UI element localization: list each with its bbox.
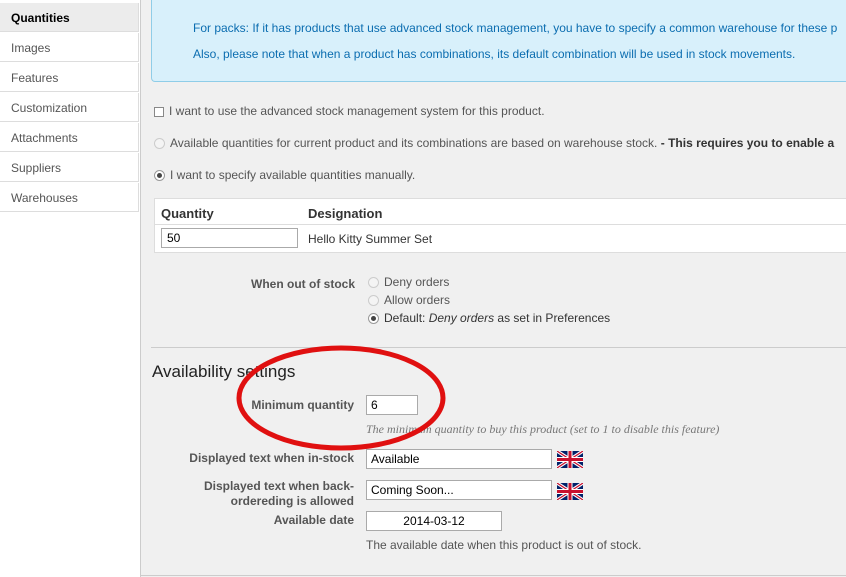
sidebar-item-attachments[interactable]: Attachments [0, 123, 139, 152]
default-orders-prefix: Default: [384, 311, 429, 325]
info-alert: For packs: If it has products that use a… [151, 0, 846, 82]
quantities-panel: For packs: If it has products that use a… [140, 0, 846, 577]
warehouse-stock-requirement: - This requires you to enable a [657, 136, 835, 150]
available-date-input[interactable]: 2014-03-12 [366, 511, 502, 531]
sidebar-item-images[interactable]: Images [0, 33, 139, 62]
info-text-packs: For packs: If it has products that use a… [193, 21, 838, 35]
table-header-divider [155, 224, 846, 225]
backorder-text-label-line2: ordereding is allowed [230, 494, 354, 508]
uk-flag-icon[interactable] [557, 483, 583, 500]
deny-orders-label: Deny orders [384, 275, 450, 289]
column-header-quantity: Quantity [161, 206, 214, 221]
available-date-note: The available date when this product is … [366, 538, 642, 552]
manual-stock-label: I want to specify available quantities m… [170, 168, 416, 182]
sidebar-item-quantities[interactable]: Quantities [0, 3, 139, 32]
default-orders-value: Deny orders [428, 311, 495, 325]
available-date-label: Available date [273, 513, 354, 527]
default-orders-option[interactable]: Default: Deny orders as set in Preferenc… [368, 311, 610, 325]
designation-cell: Hello Kitty Summer Set [308, 232, 433, 246]
sidebar-item-warehouses[interactable]: Warehouses [0, 183, 139, 212]
quantity-table: Quantity Designation 50 Hello Kitty Summ… [154, 198, 846, 253]
allow-orders-label: Allow orders [384, 293, 451, 307]
allow-orders-radio[interactable] [368, 295, 379, 306]
out-of-stock-label: When out of stock [251, 277, 355, 291]
backorder-text-input[interactable]: Coming Soon... [366, 480, 552, 500]
sidebar-item-suppliers[interactable]: Suppliers [0, 153, 139, 182]
annotation-circle [236, 345, 446, 451]
panel-bottom-border [140, 575, 846, 576]
manual-stock-radio[interactable] [154, 170, 165, 181]
product-tabs-sidebar: Quantities Images Features Customization… [0, 0, 140, 213]
in-stock-text-label: Displayed text when in-stock [189, 451, 354, 465]
warehouse-stock-radio[interactable] [154, 138, 165, 149]
deny-orders-option[interactable]: Deny orders [368, 275, 449, 289]
backorder-text-label: Displayed text when back- ordereding is … [161, 479, 354, 508]
advanced-stock-label: I want to use the advanced stock managem… [169, 104, 545, 118]
column-header-designation: Designation [308, 206, 383, 221]
warehouse-stock-option[interactable]: Available quantities for current product… [154, 136, 834, 150]
warehouse-stock-label: Available quantities for current product… [170, 136, 658, 150]
quantity-input[interactable]: 50 [161, 228, 298, 248]
default-orders-radio[interactable] [368, 313, 379, 324]
deny-orders-radio[interactable] [368, 277, 379, 288]
sidebar-item-features[interactable]: Features [0, 63, 139, 92]
allow-orders-option[interactable]: Allow orders [368, 293, 450, 307]
in-stock-text-input[interactable]: Available [366, 449, 552, 469]
backorder-text-label-line1: Displayed text when back- [203, 479, 354, 493]
info-text-combinations: Also, please note that when a product ha… [193, 47, 796, 61]
default-orders-suffix: as set in Preferences [494, 311, 611, 325]
advanced-stock-checkbox[interactable] [154, 107, 164, 117]
manual-stock-option[interactable]: I want to specify available quantities m… [154, 168, 415, 182]
sidebar-item-customization[interactable]: Customization [0, 93, 139, 122]
uk-flag-icon[interactable] [557, 451, 583, 468]
advanced-stock-option[interactable]: I want to use the advanced stock managem… [154, 104, 545, 118]
